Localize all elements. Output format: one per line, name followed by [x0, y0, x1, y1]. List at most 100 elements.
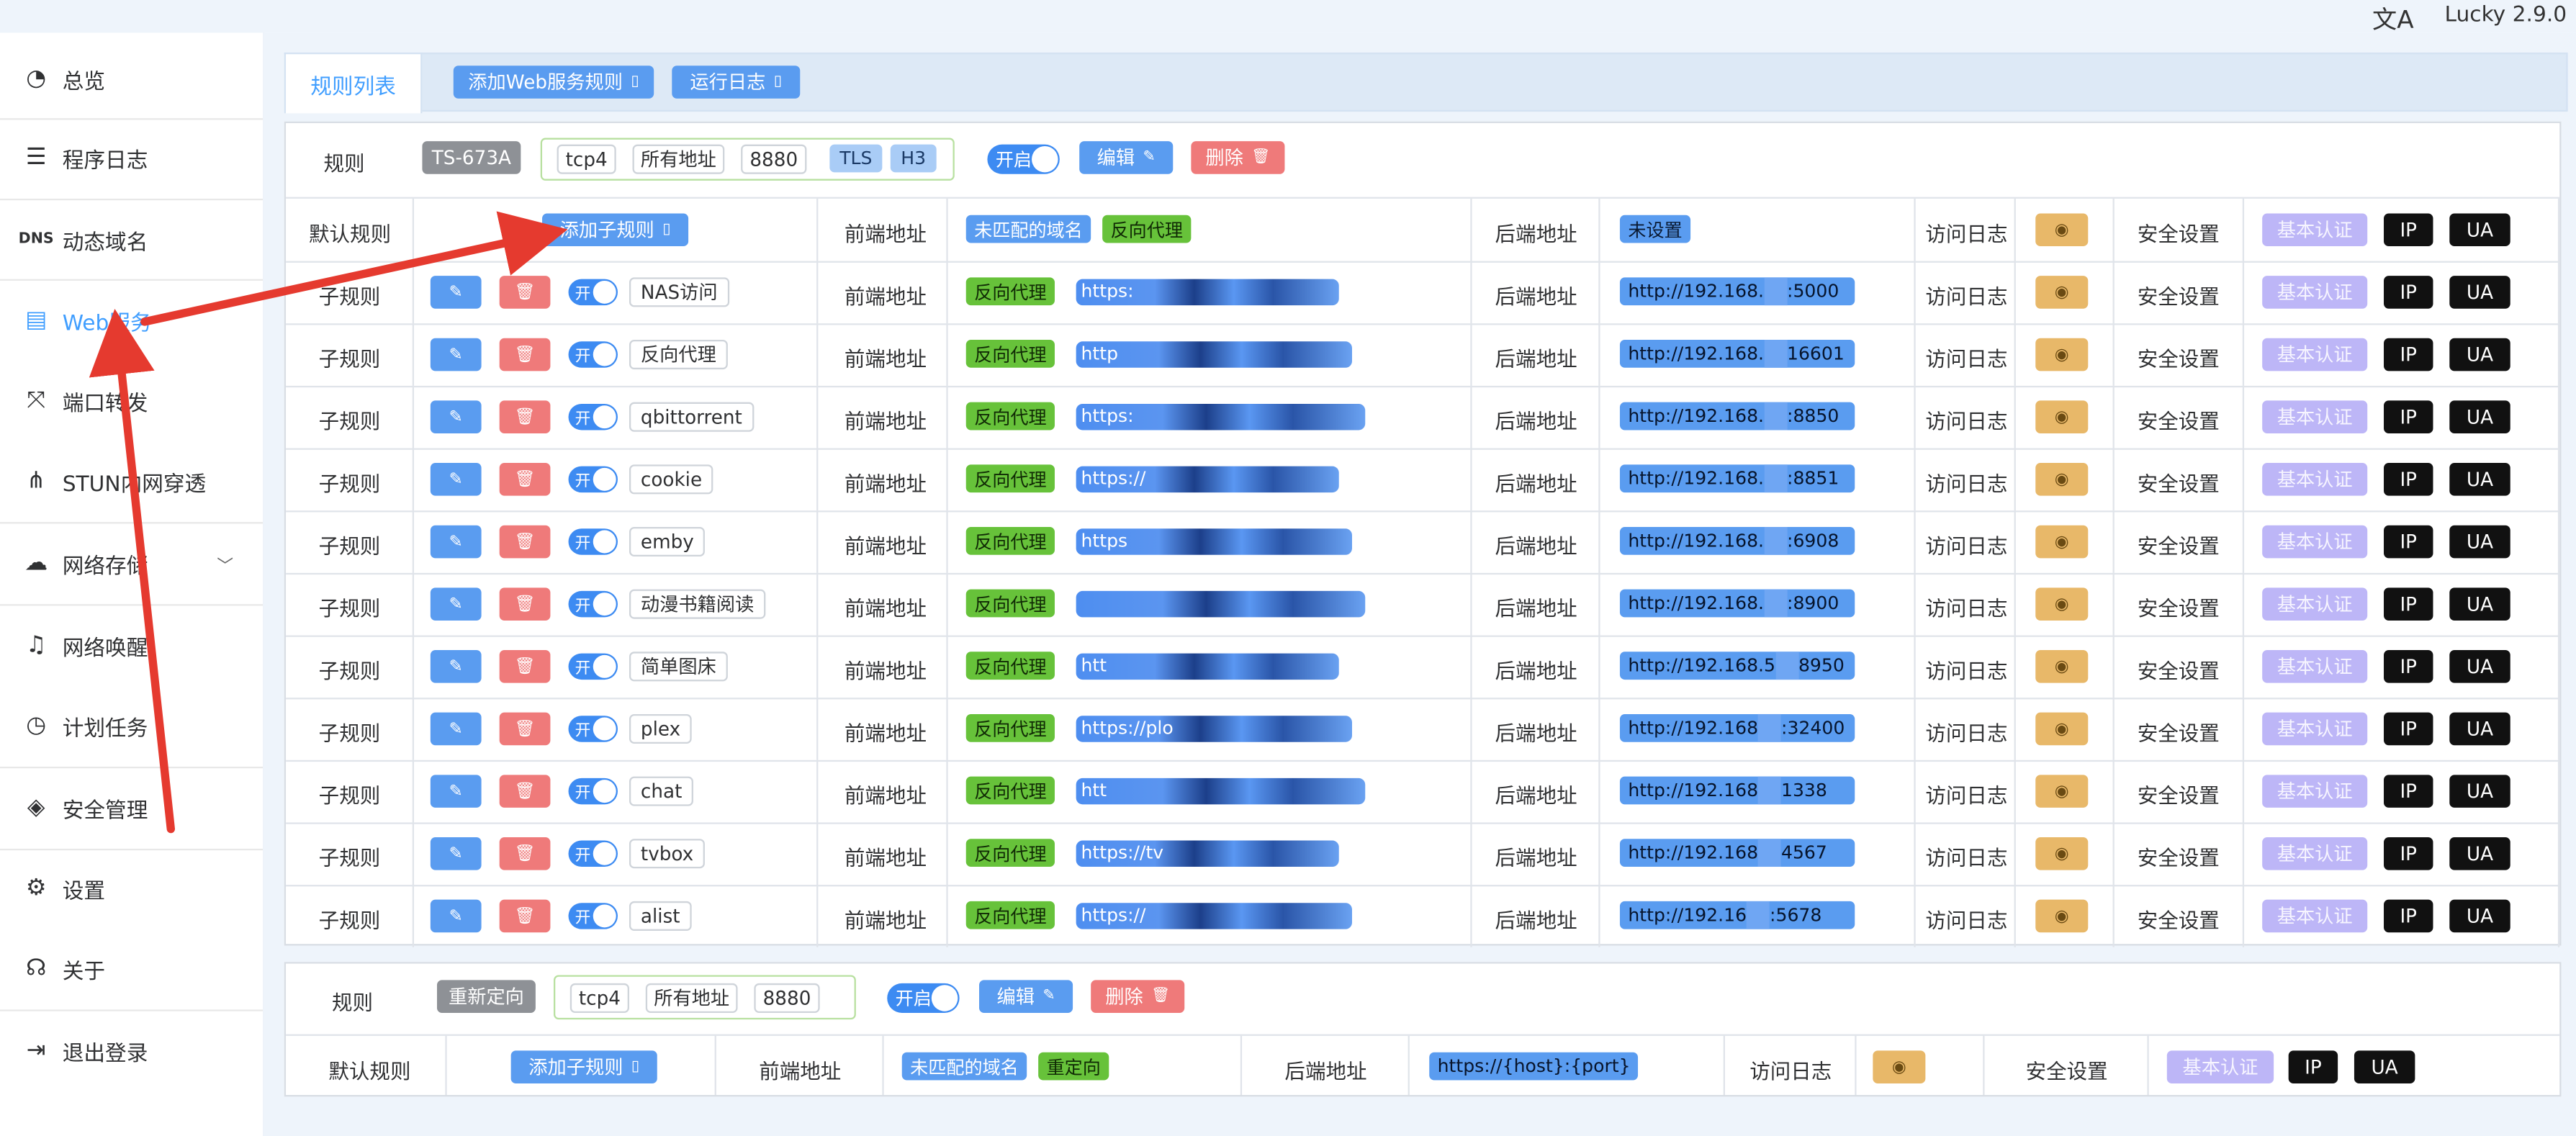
ip-filter-button[interactable]: IP — [2384, 276, 2433, 309]
add-sub-rule-button[interactable]: 添加子规则 ▯ — [510, 1050, 657, 1084]
ua-filter-button[interactable]: UA — [2449, 400, 2510, 434]
basic-auth-button[interactable]: 基本认证 — [2166, 1050, 2274, 1084]
sidebar-item-wake-on-lan[interactable]: ♫ 网络唤醒 — [0, 616, 263, 675]
eye-icon[interactable]: ◉ — [2035, 899, 2089, 933]
delete-sub-rule-button[interactable]: 🗑 — [499, 775, 551, 808]
sidebar-item-overview[interactable]: ◔ 总览 — [0, 49, 263, 108]
run-log-button[interactable]: 运行日志 ▯ — [672, 66, 801, 99]
ip-filter-button[interactable]: IP — [2384, 899, 2433, 933]
delete-sub-rule-button[interactable]: 🗑 — [499, 400, 551, 434]
basic-auth-button[interactable]: 基本认证 — [2262, 338, 2368, 371]
delete-sub-rule-button[interactable]: 🗑 — [499, 587, 551, 621]
sidebar-item-program-log[interactable]: ☰ 程序日志 — [0, 128, 263, 187]
ua-filter-button[interactable]: UA — [2449, 775, 2510, 808]
eye-icon[interactable]: ◉ — [2035, 837, 2089, 870]
delete-sub-rule-button[interactable]: 🗑 — [499, 276, 551, 309]
sidebar-item-scheduled-tasks[interactable]: ◷ 计划任务 — [0, 696, 263, 755]
delete-sub-rule-button[interactable]: 🗑 — [499, 463, 551, 496]
ip-filter-button[interactable]: IP — [2384, 463, 2433, 496]
sidebar-item-port-forward[interactable]: ⤧ 端口转发 — [0, 371, 263, 430]
basic-auth-button[interactable]: 基本认证 — [2262, 899, 2368, 933]
sub-rule-toggle[interactable]: 开 — [568, 716, 618, 742]
ip-filter-button[interactable]: IP — [2384, 587, 2433, 621]
sub-rule-toggle[interactable]: 开 — [568, 590, 618, 618]
edit-sub-rule-button[interactable]: ✎ — [430, 650, 482, 683]
delete-sub-rule-button[interactable]: 🗑 — [499, 899, 551, 933]
sub-rule-toggle[interactable]: 开 — [568, 528, 618, 555]
basic-auth-button[interactable]: 基本认证 — [2262, 650, 2368, 683]
rule-enable-toggle[interactable]: 开启 — [887, 983, 960, 1013]
eye-icon[interactable]: ◉ — [2035, 712, 2089, 746]
sub-rule-toggle[interactable]: 开 — [568, 903, 618, 929]
edit-sub-rule-button[interactable]: ✎ — [430, 712, 482, 746]
ua-filter-button[interactable]: UA — [2449, 712, 2510, 746]
basic-auth-button[interactable]: 基本认证 — [2262, 837, 2368, 870]
sidebar-item-ddns[interactable]: DNS 动态域名 — [0, 210, 263, 269]
delete-rule-button[interactable]: 删除 🗑 — [1091, 980, 1185, 1013]
ip-filter-button[interactable]: IP — [2384, 775, 2433, 808]
basic-auth-button[interactable]: 基本认证 — [2262, 463, 2368, 496]
sub-rule-toggle[interactable]: 开 — [568, 653, 618, 680]
ua-filter-button[interactable]: UA — [2449, 525, 2510, 559]
ua-filter-button[interactable]: UA — [2449, 837, 2510, 870]
add-web-rule-button[interactable]: 添加Web服务规则 ▯ — [453, 66, 654, 99]
basic-auth-button[interactable]: 基本认证 — [2262, 587, 2368, 621]
sub-rule-toggle[interactable]: 开 — [568, 777, 618, 805]
sidebar-item-logout[interactable]: ⇥ 退出登录 — [0, 1021, 263, 1080]
basic-auth-button[interactable]: 基本认证 — [2262, 712, 2368, 746]
edit-sub-rule-button[interactable]: ✎ — [430, 338, 482, 371]
eye-icon[interactable]: ◉ — [2035, 775, 2089, 808]
ua-filter-button[interactable]: UA — [2449, 463, 2510, 496]
edit-sub-rule-button[interactable]: ✎ — [430, 400, 482, 434]
eye-icon[interactable]: ◉ — [2035, 276, 2089, 309]
ip-filter-button[interactable]: IP — [2384, 213, 2433, 247]
sub-rule-toggle[interactable]: 开 — [568, 840, 618, 867]
delete-rule-button[interactable]: 删除 🗑 — [1191, 141, 1285, 174]
ua-filter-button[interactable]: UA — [2449, 650, 2510, 683]
delete-sub-rule-button[interactable]: 🗑 — [499, 712, 551, 746]
edit-sub-rule-button[interactable]: ✎ — [430, 837, 482, 870]
ip-filter-button[interactable]: IP — [2384, 837, 2433, 870]
eye-icon[interactable]: ◉ — [2035, 587, 2089, 621]
ua-filter-button[interactable]: UA — [2354, 1050, 2415, 1084]
ip-filter-button[interactable]: IP — [2384, 400, 2433, 434]
basic-auth-button[interactable]: 基本认证 — [2262, 525, 2368, 559]
ua-filter-button[interactable]: UA — [2449, 587, 2510, 621]
sub-rule-toggle[interactable]: 开 — [568, 279, 618, 306]
eye-icon[interactable]: ◉ — [2035, 213, 2089, 247]
ip-filter-button[interactable]: IP — [2384, 525, 2433, 559]
sub-rule-toggle[interactable]: 开 — [568, 466, 618, 493]
sub-rule-toggle[interactable]: 开 — [568, 403, 618, 430]
basic-auth-button[interactable]: 基本认证 — [2262, 213, 2368, 247]
eye-icon[interactable]: ◉ — [1873, 1050, 1926, 1084]
tab-rule-list[interactable]: 规则列表 — [284, 52, 423, 114]
add-sub-rule-button[interactable]: 添加子规则 ▯ — [542, 213, 689, 247]
edit-sub-rule-button[interactable]: ✎ — [430, 276, 482, 309]
sidebar-item-stun[interactable]: ⋔ STUN内网穿透 — [0, 451, 263, 510]
delete-sub-rule-button[interactable]: 🗑 — [499, 650, 551, 683]
edit-rule-button[interactable]: 编辑 ✎ — [979, 980, 1073, 1013]
ip-filter-button[interactable]: IP — [2384, 712, 2433, 746]
eye-icon[interactable]: ◉ — [2035, 338, 2089, 371]
ip-filter-button[interactable]: IP — [2288, 1050, 2338, 1084]
edit-sub-rule-button[interactable]: ✎ — [430, 899, 482, 933]
basic-auth-button[interactable]: 基本认证 — [2262, 775, 2368, 808]
sidebar-item-web-service[interactable]: ▤ Web服务 — [0, 291, 263, 350]
ua-filter-button[interactable]: UA — [2449, 338, 2510, 371]
edit-rule-button[interactable]: 编辑 ✎ — [1079, 141, 1174, 174]
delete-sub-rule-button[interactable]: 🗑 — [499, 338, 551, 371]
eye-icon[interactable]: ◉ — [2035, 650, 2089, 683]
sidebar-item-network-storage[interactable]: ☁ 网络存储 ﹀ — [0, 533, 263, 592]
ip-filter-button[interactable]: IP — [2384, 650, 2433, 683]
ip-filter-button[interactable]: IP — [2384, 338, 2433, 371]
basic-auth-button[interactable]: 基本认证 — [2262, 400, 2368, 434]
chevron-down-icon[interactable]: ﹀ — [217, 551, 233, 575]
rule-enable-toggle[interactable]: 开启 — [987, 144, 1060, 174]
ua-filter-button[interactable]: UA — [2449, 276, 2510, 309]
sidebar-item-about[interactable]: ☊ 关于 — [0, 939, 263, 998]
ua-filter-button[interactable]: UA — [2449, 213, 2510, 247]
eye-icon[interactable]: ◉ — [2035, 463, 2089, 496]
sidebar-item-settings[interactable]: ⚙ 设置 — [0, 859, 263, 918]
language-icon[interactable]: 文A — [2372, 1, 2414, 36]
basic-auth-button[interactable]: 基本认证 — [2262, 276, 2368, 309]
